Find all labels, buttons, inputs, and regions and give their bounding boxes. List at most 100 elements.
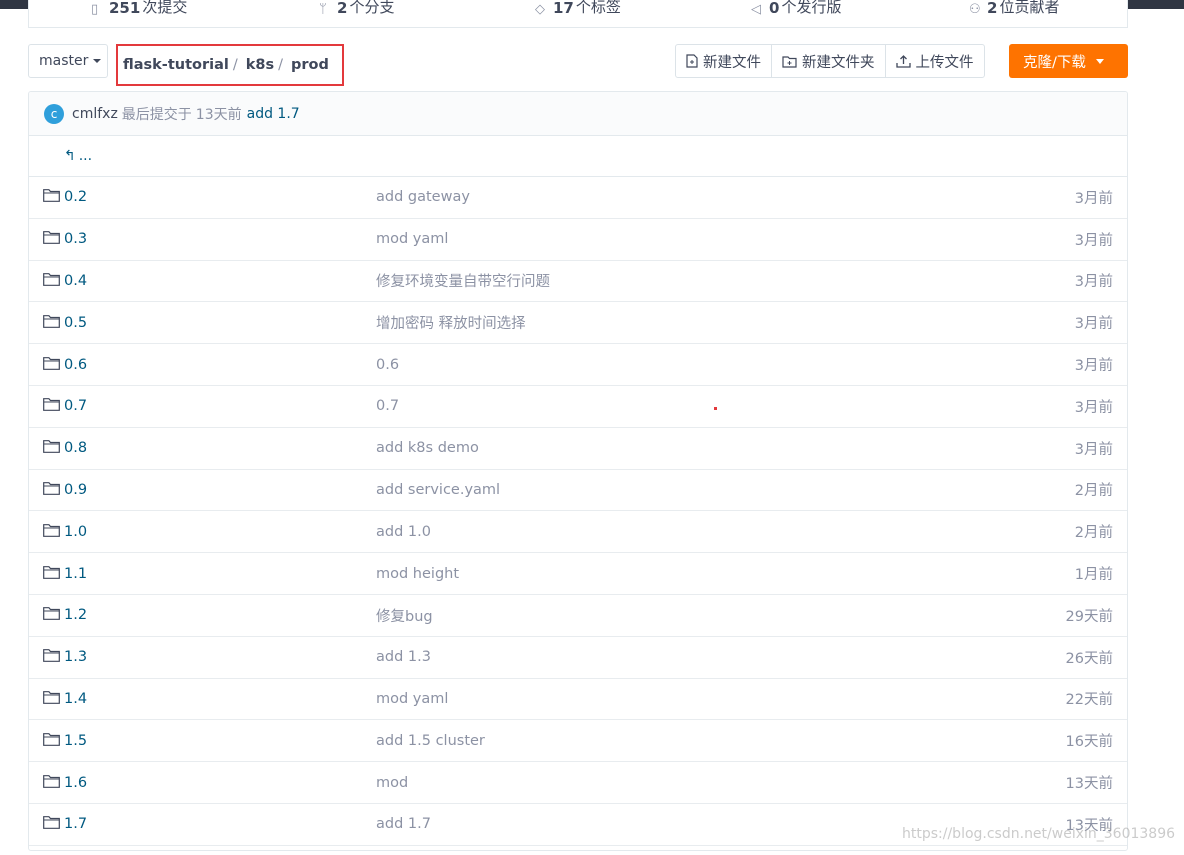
folder-name[interactable]: 0.5 xyxy=(64,315,87,331)
folder-name[interactable]: 0.9 xyxy=(64,482,87,498)
commit-message[interactable]: 0.6 xyxy=(376,357,399,373)
folder-name[interactable]: 1.3 xyxy=(64,649,87,665)
stat-releases[interactable]: ◁ 0 个发行版 xyxy=(751,0,841,17)
commit-time: 1月前 xyxy=(1074,567,1113,584)
reply-arrow-icon: ↰ xyxy=(64,148,76,164)
commit-time: 3月前 xyxy=(1074,316,1113,333)
folder-name[interactable]: 1.0 xyxy=(64,524,87,540)
commit-time: 2月前 xyxy=(1074,525,1113,542)
stat-count: 251 xyxy=(109,0,141,17)
file-row[interactable]: 0.7 0.7 3月前 xyxy=(29,386,1127,428)
branch-label: master xyxy=(39,53,89,69)
folder-name[interactable]: 0.3 xyxy=(64,231,87,247)
breadcrumb-dir-k8s[interactable]: k8s xyxy=(246,57,274,73)
folder-icon xyxy=(43,607,60,621)
folder-name[interactable]: 0.4 xyxy=(64,273,87,289)
folder-icon xyxy=(43,440,60,454)
stat-commits[interactable]: ▯ 251 次提交 xyxy=(91,0,187,17)
commit-message[interactable]: add 1.0 xyxy=(376,524,431,540)
branch-select[interactable]: master xyxy=(28,44,108,78)
new-folder-button[interactable]: 新建文件夹 xyxy=(772,45,886,77)
watermark: https://blog.csdn.net/weixin_36013896 xyxy=(902,826,1176,842)
folder-icon xyxy=(43,398,60,412)
commit-time: 16天前 xyxy=(1065,734,1113,751)
file-row[interactable]: 0.3 mod yaml 3月前 xyxy=(29,219,1127,261)
file-row[interactable]: 1.3 add 1.3 26天前 xyxy=(29,637,1127,679)
folder-name[interactable]: 0.2 xyxy=(64,189,87,205)
file-row[interactable]: 0.2 add gateway 3月前 xyxy=(29,177,1127,219)
stat-count: 2 xyxy=(337,0,348,17)
commit-message[interactable]: add 1.3 xyxy=(376,649,431,665)
upload-file-button[interactable]: 上传文件 xyxy=(886,45,984,77)
file-actions-group: 新建文件 新建文件夹 上传文件 xyxy=(675,44,985,78)
stat-label: 个发行版 xyxy=(781,0,842,16)
folder-name[interactable]: 0.8 xyxy=(64,440,87,456)
commit-message[interactable]: add gateway xyxy=(376,189,470,205)
commit-message[interactable]: mod height xyxy=(376,566,459,582)
commit-message[interactable]: add 1.5 cluster xyxy=(376,733,485,749)
commit-message[interactable]: 0.7 xyxy=(376,398,399,414)
branch-icon: ᛘ xyxy=(319,2,327,17)
file-row[interactable]: 0.9 add service.yaml 2月前 xyxy=(29,470,1127,512)
new-file-label: 新建文件 xyxy=(703,54,761,71)
stat-count: 2 xyxy=(987,0,998,17)
file-row[interactable]: 1.0 add 1.0 2月前 xyxy=(29,511,1127,554)
file-row[interactable]: 1.4 mod yaml 22天前 xyxy=(29,679,1127,721)
commit-message[interactable]: 修复bug xyxy=(376,605,433,626)
clone-label: 克隆/下载 xyxy=(1023,54,1086,71)
folder-icon xyxy=(43,816,60,830)
stat-branches[interactable]: ᛘ 2 个分支 xyxy=(319,0,394,17)
commit-message[interactable]: add k8s demo xyxy=(376,440,479,456)
folder-icon xyxy=(43,482,60,495)
tag-icon: ◇ xyxy=(535,2,545,17)
commit-message[interactable]: 修复环境变量自带空行问题 xyxy=(376,270,550,291)
clone-download-button[interactable]: 克隆/下载 xyxy=(1009,44,1128,78)
stat-label: 个标签 xyxy=(575,0,621,16)
commit-message[interactable]: 增加密码 释放时间选择 xyxy=(376,312,526,333)
avatar[interactable]: c xyxy=(44,103,64,124)
folder-name[interactable]: 1.1 xyxy=(64,566,87,582)
file-row[interactable]: 1.6 mod 13天前 xyxy=(29,762,1127,804)
file-row[interactable]: 0.8 add k8s demo 3月前 xyxy=(29,428,1127,470)
commit-message[interactable]: add 1.7 xyxy=(376,816,431,832)
file-row[interactable]: 1.5 add 1.5 cluster 16天前 xyxy=(29,720,1127,763)
file-row[interactable]: 0.6 0.6 3月前 xyxy=(29,344,1127,386)
folder-name[interactable]: 0.7 xyxy=(64,398,87,414)
folder-name[interactable]: 1.5 xyxy=(64,733,87,749)
folder-name[interactable]: 1.4 xyxy=(64,691,87,707)
folder-name[interactable]: 1.6 xyxy=(64,775,87,791)
breadcrumb-repo[interactable]: flask-tutorial xyxy=(123,57,229,73)
file-row[interactable]: 0.4 修复环境变量自带空行问题 3月前 xyxy=(29,261,1127,303)
file-row[interactable]: 1.1 mod height 1月前 xyxy=(29,553,1127,595)
file-row[interactable]: 1.2 修复bug 29天前 xyxy=(29,595,1127,637)
commit-time: 26天前 xyxy=(1065,650,1113,667)
new-file-icon xyxy=(686,54,698,68)
release-icon: ◁ xyxy=(751,2,761,17)
commit-author[interactable]: cmlfxz xyxy=(72,106,118,122)
stat-contributors[interactable]: ⚇ 2 位贡献者 xyxy=(969,0,1059,17)
commit-message[interactable]: mod yaml xyxy=(376,231,448,247)
commit-message[interactable]: add service.yaml xyxy=(376,482,500,498)
file-row[interactable]: 0.5 增加密码 释放时间选择 3月前 xyxy=(29,302,1127,345)
commit-label: 最后提交于 xyxy=(121,106,192,123)
new-folder-label: 新建文件夹 xyxy=(802,54,875,71)
stat-tags[interactable]: ◇ 17 个标签 xyxy=(535,0,621,17)
commit-time: 13天前 xyxy=(195,106,242,123)
folder-name[interactable]: 0.6 xyxy=(64,357,87,373)
stat-label: 次提交 xyxy=(142,0,188,16)
breadcrumb-separator: / xyxy=(278,57,284,73)
folder-name[interactable]: 1.2 xyxy=(64,607,87,623)
breadcrumb-dir-prod[interactable]: prod xyxy=(291,57,329,73)
commit-time: 3月前 xyxy=(1074,190,1113,207)
commit-message[interactable]: mod yaml xyxy=(376,691,448,707)
commit-message[interactable]: add 1.7 xyxy=(247,106,300,122)
commit-time: 3月前 xyxy=(1074,232,1113,249)
folder-icon xyxy=(43,565,60,579)
upload-icon xyxy=(895,55,911,68)
upload-label: 上传文件 xyxy=(915,54,974,71)
new-file-button[interactable]: 新建文件 xyxy=(676,45,772,77)
last-commit-bar: c cmlfxz 最后提交于 13天前 add 1.7 xyxy=(29,92,1127,136)
parent-directory-link[interactable]: ↰ ... xyxy=(29,136,1127,177)
commit-message[interactable]: mod xyxy=(376,775,408,791)
folder-name[interactable]: 1.7 xyxy=(64,816,87,832)
